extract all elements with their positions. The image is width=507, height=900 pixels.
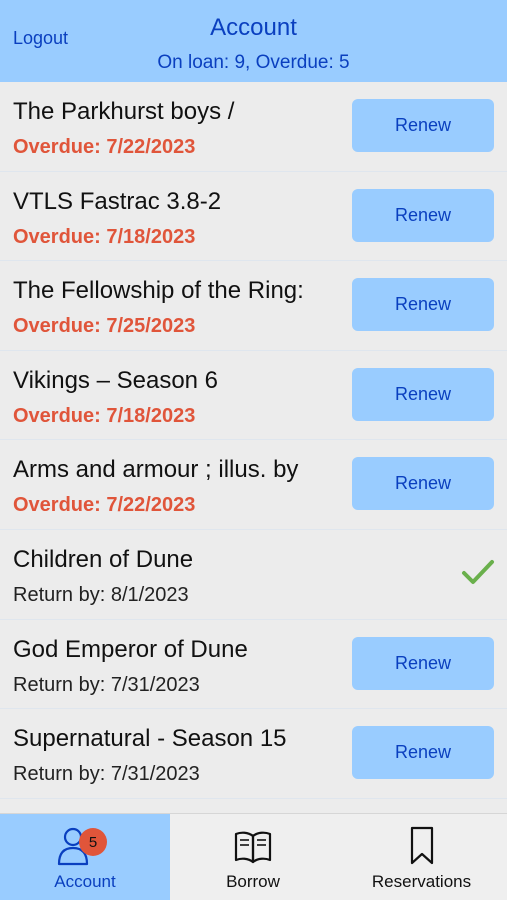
renew-button[interactable]: Renew [352,188,494,242]
list-item: God Emperor of Dune Return by: 7/31/2023… [0,620,507,710]
list-item: Supernatural - Season 15 Return by: 7/31… [0,709,507,799]
bookmark-icon [408,826,436,866]
loan-list: The Parkhurst boys / Overdue: 7/22/2023 … [0,82,507,799]
item-due-date: Overdue: 7/22/2023 [13,494,196,517]
item-title: Vikings – Season 6 [13,366,219,394]
loan-stats: On loan: 9, Overdue: 5 [157,52,350,73]
tab-reservations[interactable]: Reservations [336,814,507,900]
renew-button[interactable]: Renew [352,367,494,421]
item-due-date: Return by: 7/31/2023 [13,763,200,786]
item-due-date: Overdue: 7/25/2023 [13,315,196,338]
item-title: God Emperor of Dune [13,635,248,663]
item-title: The Parkhurst boys / [13,98,235,125]
list-item: VTLS Fastrac 3.8-2 Overdue: 7/18/2023 Re… [0,172,507,262]
renew-button[interactable]: Renew [352,726,494,780]
page-title: Account [210,14,297,41]
item-due-date: Overdue: 7/18/2023 [13,225,196,248]
item-title: Children of Dune [13,545,194,573]
tab-label: Account [54,872,116,891]
renew-button[interactable]: Renew [352,99,494,152]
tab-borrow[interactable]: Borrow [170,814,336,900]
check-icon [462,559,494,584]
tab-account[interactable]: 5 Account [0,814,170,900]
tab-bar: 5 Account Borrow Reservations [0,813,507,900]
tab-label: Borrow [226,872,280,891]
list-item: The Fellowship of the Ring: Overdue: 7/2… [0,261,507,351]
list-item: The Parkhurst boys / Overdue: 7/22/2023 … [0,82,507,172]
item-due-date: Return by: 7/31/2023 [13,673,200,696]
renew-button[interactable]: Renew [352,636,494,690]
header-bar: Logout Account On loan: 9, Overdue: 5 [0,0,507,82]
renew-button[interactable]: Renew [352,457,494,511]
item-due-date: Overdue: 7/22/2023 [13,136,196,158]
item-due-date: Return by: 8/1/2023 [13,583,189,606]
list-item: Arms and armour ; illus. by Overdue: 7/2… [0,440,507,530]
book-icon [233,826,273,866]
notification-badge: 5 [79,828,107,856]
renew-button[interactable]: Renew [352,278,494,332]
list-item: Children of Dune Return by: 8/1/2023 [0,530,507,620]
item-due-date: Overdue: 7/18/2023 [13,404,196,427]
list-item: Vikings – Season 6 Overdue: 7/18/2023 Re… [0,351,507,441]
item-title: VTLS Fastrac 3.8-2 [13,187,222,215]
item-title: The Fellowship of the Ring: [13,277,304,305]
item-title: Supernatural - Season 15 [13,725,287,753]
item-title: Arms and armour ; illus. by [13,456,299,484]
person-icon: 5 [55,826,115,866]
tab-label: Reservations [371,872,472,891]
